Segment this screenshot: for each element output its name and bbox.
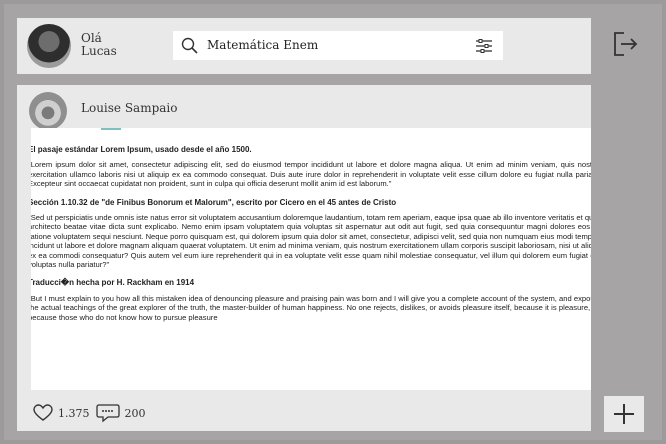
- post-author[interactable]: Louise Sampaio: [81, 101, 178, 115]
- greeting-block: Olá Lucas: [81, 32, 117, 58]
- content-paragraph: "Sed ut perspiciatis unde omnis iste nat…: [31, 213, 591, 270]
- top-bar: Olá Lucas Matemática Enem: [17, 18, 591, 74]
- content-paragraph: "But I must explain to you how all this …: [31, 293, 591, 322]
- content-heading: El pasaje estándar Lorem Ipsum, usado de…: [31, 145, 252, 154]
- comment-action[interactable]: 200: [95, 403, 146, 423]
- filter-icon[interactable]: [475, 37, 493, 55]
- post-content: El pasaje estándar Lorem Ipsum, usado de…: [31, 128, 591, 390]
- heart-icon[interactable]: [33, 404, 53, 422]
- like-count: 1.375: [58, 406, 90, 420]
- post-actions: 1.375 200: [33, 403, 152, 423]
- user-avatar[interactable]: [27, 24, 71, 68]
- search-input[interactable]: Matemática Enem: [207, 38, 318, 52]
- search-icon[interactable]: [181, 37, 199, 55]
- logout-icon[interactable]: [612, 30, 640, 58]
- content-heading: Traducci�n hecha por H. Rackham en 1914: [31, 278, 195, 288]
- comment-count: 200: [124, 406, 146, 420]
- comment-icon[interactable]: [95, 403, 120, 423]
- like-action[interactable]: 1.375: [33, 404, 90, 422]
- search-bar[interactable]: Matemática Enem: [173, 31, 503, 60]
- content-heading: Sección 1.10.32 de "de Finibus Bonorum e…: [31, 197, 397, 207]
- content-marker: [101, 128, 121, 130]
- add-post-button[interactable]: [604, 396, 644, 432]
- user-name: Lucas: [81, 44, 117, 58]
- author-avatar[interactable]: [29, 92, 67, 130]
- post-card: Louise Sampaio El pasaje estándar Lorem …: [17, 85, 591, 431]
- content-paragraph: "Lorem ipsum dolor sit amet, consectetur…: [31, 160, 591, 189]
